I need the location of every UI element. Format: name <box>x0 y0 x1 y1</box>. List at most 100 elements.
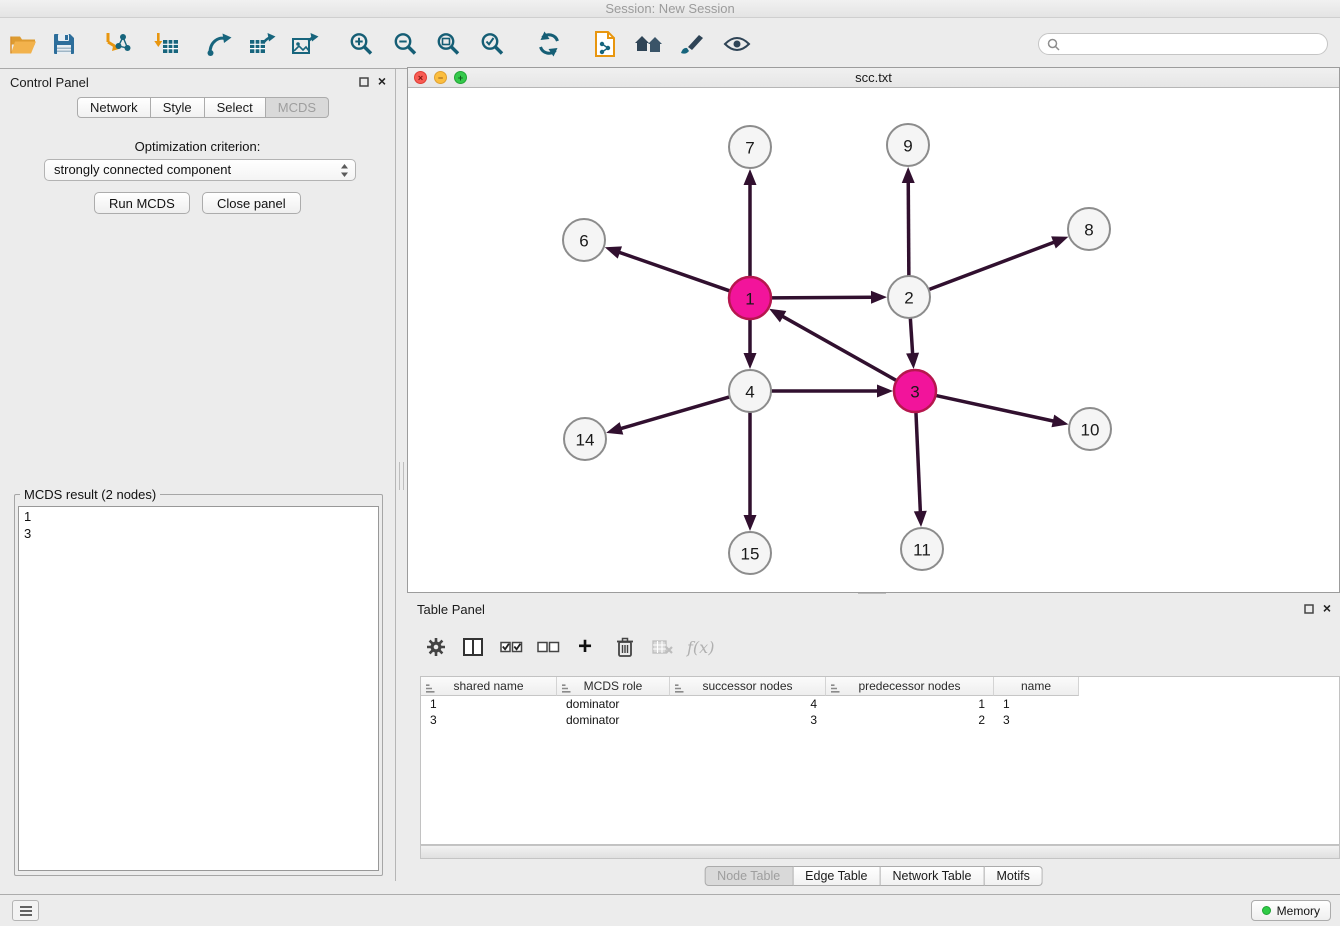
edge-arrowhead-icon <box>1051 415 1068 428</box>
table-tab-node-table[interactable]: Node Table <box>704 866 793 886</box>
node-label: 4 <box>745 383 754 402</box>
table-tab-edge-table[interactable]: Edge Table <box>793 866 880 886</box>
criterion-select[interactable]: strongly connected component <box>44 159 356 181</box>
graph-edge-3-11[interactable] <box>916 412 920 513</box>
import-network-icon[interactable] <box>105 32 131 56</box>
node-label: 11 <box>913 541 931 560</box>
table-row[interactable]: 1dominator411 <box>421 696 1339 712</box>
graph-edge-2-3[interactable] <box>910 318 912 355</box>
open-session-icon[interactable] <box>9 32 37 55</box>
export-table-icon[interactable] <box>248 32 276 56</box>
window-titlebar: Session: New Session <box>0 0 1340 18</box>
close-panel-button[interactable]: Close panel <box>202 192 301 214</box>
vertical-splitter-handle[interactable] <box>399 462 404 490</box>
delete-table-icon[interactable] <box>652 634 674 660</box>
node-label: 7 <box>745 139 754 158</box>
select-all-columns-icon[interactable] <box>500 634 523 660</box>
node-label: 1 <box>745 290 754 309</box>
import-table-icon[interactable] <box>153 32 179 56</box>
run-mcds-button[interactable]: Run MCDS <box>94 192 190 214</box>
delete-columns-icon[interactable] <box>616 634 634 660</box>
create-column-icon[interactable]: + <box>578 634 592 660</box>
table-cell: 4 <box>670 696 826 712</box>
save-session-icon[interactable] <box>53 33 75 55</box>
mcds-result-list[interactable]: 13 <box>18 506 379 871</box>
table-panel-title: Table Panel <box>417 602 485 617</box>
graph-edge-3-1[interactable] <box>781 316 896 381</box>
tab-select[interactable]: Select <box>205 97 266 118</box>
mcds-result-line: 3 <box>24 525 373 542</box>
close-panel-icon[interactable]: × <box>378 76 386 87</box>
column-header-name[interactable]: name <box>994 677 1079 696</box>
new-network-view-icon[interactable] <box>206 32 232 56</box>
table-horizontal-scrollbar[interactable] <box>420 845 1340 859</box>
zoom-fit-icon[interactable] <box>436 31 461 56</box>
sort-icon <box>674 684 684 693</box>
function-builder-icon[interactable]: f(x) <box>687 634 714 660</box>
float-panel-icon[interactable] <box>359 77 369 87</box>
maximize-window-icon[interactable]: + <box>454 71 467 84</box>
show-hide-graphics-icon[interactable] <box>723 35 751 53</box>
first-neighbors-icon[interactable] <box>634 33 664 55</box>
tab-mcds[interactable]: MCDS <box>266 97 329 118</box>
network-graph-canvas[interactable]: 7968124314101511 <box>408 89 1339 593</box>
column-header-predecessor-nodes[interactable]: predecessor nodes <box>826 677 994 696</box>
table-row[interactable]: 3dominator323 <box>421 712 1339 728</box>
zoom-selected-icon[interactable] <box>480 31 505 56</box>
table-tab-network-table[interactable]: Network Table <box>881 866 985 886</box>
edge-arrowhead-icon <box>744 515 757 531</box>
table-cell: 3 <box>421 712 557 728</box>
table-options-icon[interactable] <box>426 634 446 660</box>
edge-arrowhead-icon <box>902 167 915 183</box>
control-panel-tabs: NetworkStyleSelectMCDS <box>77 97 329 118</box>
table-cell: dominator <box>557 712 670 728</box>
edge-arrowhead-icon <box>871 291 887 304</box>
export-image-icon[interactable] <box>291 32 319 56</box>
column-header-MCDS-role[interactable]: MCDS role <box>557 677 670 696</box>
close-table-panel-icon[interactable]: × <box>1323 603 1331 614</box>
graph-edge-1-2[interactable] <box>771 297 873 298</box>
table-body: 1dominator4113dominator323 <box>421 696 1339 728</box>
graph-edge-2-8[interactable] <box>929 242 1056 290</box>
network-view-window: scc.txt × − + 7968124314101511 <box>407 67 1340 593</box>
network-window-title: scc.txt <box>408 68 1339 88</box>
mcds-result-title: MCDS result (2 nodes) <box>20 487 160 502</box>
float-table-panel-icon[interactable] <box>1304 604 1314 614</box>
table-cell: 3 <box>994 712 1079 728</box>
tab-style[interactable]: Style <box>151 97 205 118</box>
table-cell: dominator <box>557 696 670 712</box>
deselect-all-columns-icon[interactable] <box>537 634 560 660</box>
network-window-titlebar[interactable]: scc.txt × − + <box>408 68 1339 88</box>
memory-button[interactable]: Memory <box>1251 900 1331 921</box>
node-label: 10 <box>1081 421 1100 440</box>
node-label: 15 <box>741 545 760 564</box>
apply-layout-icon[interactable] <box>536 31 562 57</box>
criterion-selected-value: strongly connected component <box>54 162 231 177</box>
zoom-out-icon[interactable] <box>393 31 418 56</box>
node-label: 8 <box>1084 221 1093 240</box>
memory-button-label: Memory <box>1277 904 1320 918</box>
close-window-icon[interactable]: × <box>414 71 427 84</box>
table-cell: 1 <box>421 696 557 712</box>
graph-edge-3-10[interactable] <box>936 395 1055 421</box>
show-columns-icon[interactable] <box>463 634 483 660</box>
node-table: shared nameMCDS rolesuccessor nodesprede… <box>420 676 1340 845</box>
minimize-window-icon[interactable]: − <box>434 71 447 84</box>
search-box[interactable] <box>1038 33 1328 55</box>
graph-edge-2-9[interactable] <box>908 181 909 276</box>
graph-edge-4-14[interactable] <box>620 397 730 429</box>
open-style-icon[interactable] <box>593 31 617 57</box>
show-panels-button[interactable] <box>12 900 39 921</box>
paint-style-icon[interactable] <box>679 33 705 55</box>
graph-edge-1-6[interactable] <box>618 252 730 291</box>
table-tab-motifs[interactable]: Motifs <box>984 866 1042 886</box>
tab-network[interactable]: Network <box>77 97 151 118</box>
column-header-shared-name[interactable]: shared name <box>421 677 557 696</box>
search-input[interactable] <box>1065 37 1319 51</box>
edge-arrowhead-icon <box>744 169 757 185</box>
column-header-successor-nodes[interactable]: successor nodes <box>670 677 826 696</box>
node-label: 14 <box>576 431 595 450</box>
main-toolbar <box>0 19 1340 69</box>
node-label: 9 <box>903 137 912 156</box>
zoom-in-icon[interactable] <box>349 31 374 56</box>
